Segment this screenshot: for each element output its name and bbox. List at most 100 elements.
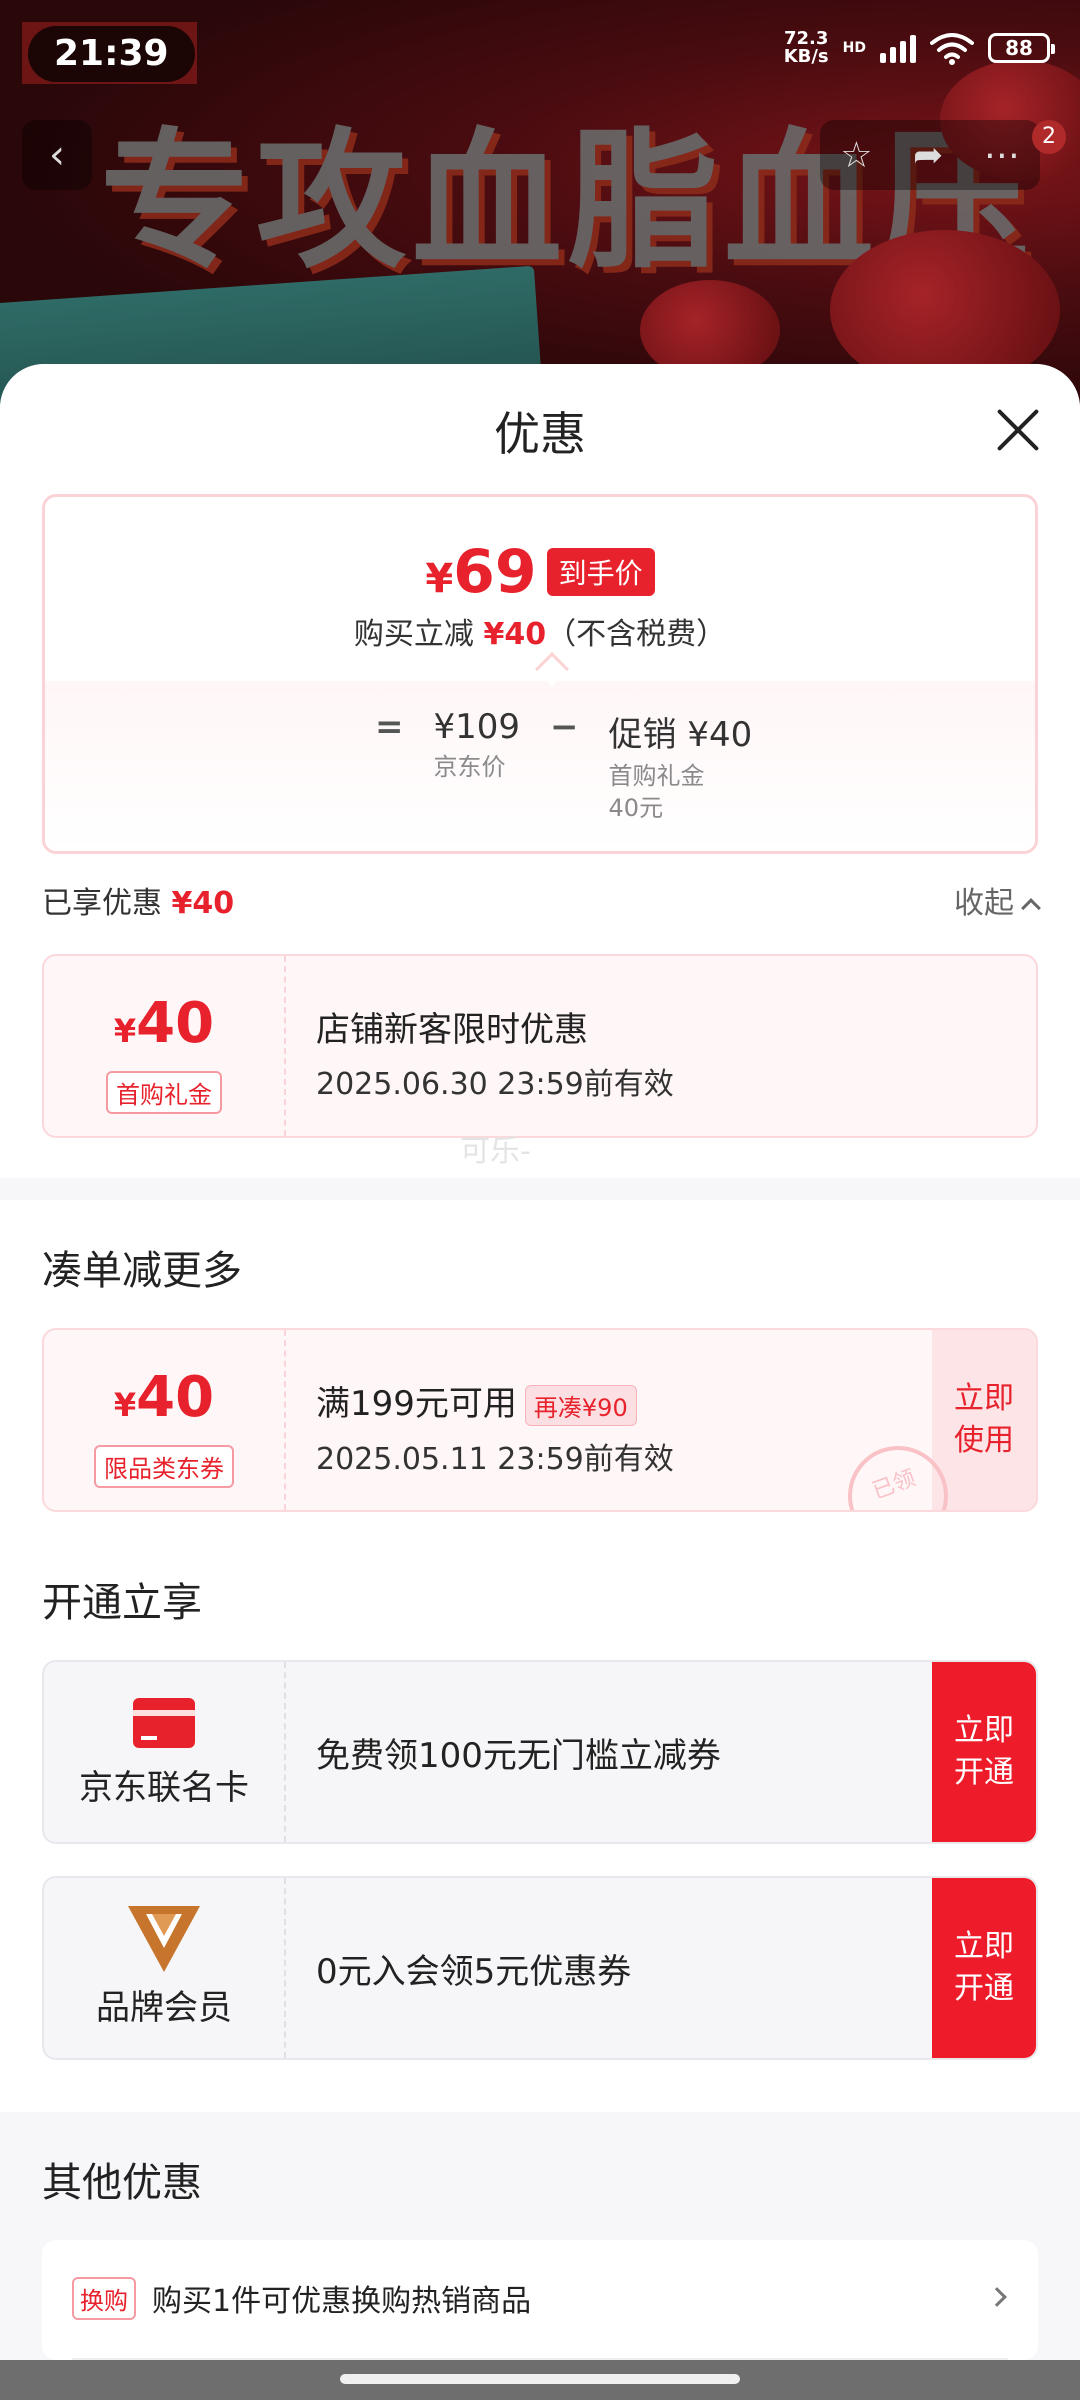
enjoyed-label: 已享优惠 bbox=[42, 886, 162, 921]
hd-icon: HD bbox=[842, 40, 866, 56]
enjoyed-discount-row: 已享优惠 ¥40 收起 bbox=[0, 854, 1080, 954]
back-icon[interactable]: ‹ bbox=[22, 120, 92, 190]
final-price-value: 69 bbox=[453, 537, 537, 607]
member-name: 品牌会员 bbox=[96, 1988, 232, 2028]
coupon-amount: ¥40 bbox=[44, 994, 284, 1061]
collapse-button[interactable]: 收起 bbox=[954, 878, 1041, 922]
brand-v-icon bbox=[128, 1906, 200, 1972]
chevron-up-icon bbox=[1021, 898, 1041, 918]
other-discount-card: 换购 购买1件可优惠换购热销商品 bbox=[42, 2240, 1038, 2360]
chevron-right-icon bbox=[987, 2287, 1007, 2307]
member-left: 京东联名卡 bbox=[44, 1662, 286, 1842]
status-bar: 21:39 72.3 KB/s HD 88 bbox=[0, 0, 1080, 100]
coupon-type-badge: 首购礼金 bbox=[106, 1071, 222, 1114]
member-name: 京东联名卡 bbox=[79, 1768, 249, 1808]
reduce-prefix: 购买立减 bbox=[353, 617, 474, 652]
sheet-top-section: 优惠 ¥69 到手价 购买立减 ¥40（不含税费） = ¥109 京东价 − 促销… bbox=[0, 364, 1080, 1178]
coupon-amount-value: 40 bbox=[136, 1365, 215, 1430]
product-actions: ☆ ➦ ⋯ bbox=[820, 120, 1040, 190]
favorite-star-icon[interactable]: ☆ bbox=[840, 135, 872, 176]
wifi-icon bbox=[930, 33, 974, 65]
close-icon[interactable] bbox=[994, 406, 1040, 452]
price-breakdown-card: ¥69 到手价 购买立减 ¥40（不含税费） = ¥109 京东价 − 促销 ¥4… bbox=[42, 494, 1038, 854]
network-speed: 72.3 KB/s bbox=[784, 30, 829, 66]
system-nav-bar bbox=[0, 2360, 1080, 2400]
battery-icon: 88 bbox=[988, 33, 1055, 63]
open-button-line1: 立即 bbox=[954, 1929, 1014, 1964]
coupon-title: 店铺新客限时优惠 bbox=[316, 1010, 588, 1050]
open-now-button[interactable]: 立即 开通 bbox=[932, 1878, 1036, 2058]
coupon-amount-area: ¥40 首购礼金 bbox=[44, 956, 286, 1136]
jd-co-brand-card-row: 京东联名卡 免费领100元无门槛立减券 立即 开通 bbox=[42, 1660, 1038, 1844]
promo-price: 促销 ¥40 bbox=[608, 715, 753, 755]
currency-symbol: ¥ bbox=[113, 1012, 137, 1050]
open-button-line2: 开通 bbox=[954, 1971, 1014, 2006]
coupon-amount-area: ¥40 限品类东券 bbox=[44, 1330, 286, 1510]
final-price: ¥69 bbox=[425, 537, 536, 607]
use-now-button[interactable]: 立即 使用 bbox=[932, 1330, 1036, 1510]
message-count-badge: 2 bbox=[1032, 120, 1066, 154]
open-button-line1: 立即 bbox=[954, 1713, 1014, 1748]
equals-sign: = bbox=[375, 707, 404, 747]
credit-card-icon bbox=[133, 1698, 195, 1748]
network-speed-unit: KB/s bbox=[783, 46, 829, 67]
enjoyed-amount: ¥40 bbox=[171, 886, 235, 921]
home-gesture-handle[interactable] bbox=[340, 2374, 740, 2384]
minus-sign: − bbox=[550, 707, 579, 747]
currency-symbol: ¥ bbox=[113, 1386, 137, 1424]
use-button-line1: 立即 bbox=[954, 1381, 1014, 1416]
promo-price-col: 促销 ¥40 首购礼金 40元 bbox=[609, 707, 753, 824]
member-desc: 免费领100元无门槛立减券 bbox=[316, 1735, 721, 1776]
enjoyed-coupon-card: ¥40 首购礼金 店铺新客限时优惠 2025.06.30 23:59前有效 bbox=[42, 954, 1038, 1138]
trade-in-text: 购买1件可优惠换购热销商品 bbox=[152, 2284, 532, 2319]
status-icons: 72.3 KB/s HD 88 bbox=[784, 30, 1055, 66]
reduce-suffix: （不含税费） bbox=[546, 617, 727, 652]
reduce-line: 购买立减 ¥40（不含税费） bbox=[45, 609, 1035, 653]
section-title: 凑单减更多 bbox=[42, 1248, 242, 1294]
watermark: 可乐- bbox=[460, 1134, 531, 1169]
coupon-valid-date: 2025.06.30 23:59前有效 bbox=[316, 1067, 674, 1102]
member-desc: 0元入会领5元优惠券 bbox=[316, 1951, 632, 1992]
discount-sheet: 优惠 ¥69 到手价 购买立减 ¥40（不含税费） = ¥109 京东价 − 促销… bbox=[0, 364, 1080, 2360]
signal-icon bbox=[880, 33, 916, 63]
reduce-amount: ¥40 bbox=[483, 617, 547, 652]
coupon-info: 店铺新客限时优惠 2025.06.30 23:59前有效 bbox=[286, 956, 1036, 1136]
base-price-label: 京东价 bbox=[433, 753, 506, 781]
category-coupon-card: ¥40 限品类东券 满199元可用 再凑¥90 2025.05.11 23:59前… bbox=[42, 1328, 1038, 1512]
trade-in-item[interactable]: 换购 购买1件可优惠换购热销商品 bbox=[72, 2268, 1008, 2328]
base-price: ¥109 bbox=[433, 707, 521, 747]
other-discount-section: 其他优惠 换购 购买1件可优惠换购热销商品 bbox=[0, 2112, 1080, 2360]
final-price-line: ¥69 到手价 bbox=[45, 537, 1035, 607]
coupon-amount: ¥40 bbox=[44, 1368, 284, 1435]
base-price-col: ¥109 京东价 bbox=[434, 707, 521, 824]
promo-sub: 40元 bbox=[608, 794, 664, 822]
sheet-title: 优惠 bbox=[494, 407, 586, 461]
currency-symbol: ¥ bbox=[425, 556, 454, 602]
open-button-line2: 开通 bbox=[954, 1755, 1014, 1790]
open-now-button[interactable]: 立即 开通 bbox=[932, 1662, 1036, 1842]
more-icon[interactable]: ⋯ bbox=[984, 135, 1020, 176]
open-benefit-section: 开通立享 京东联名卡 免费领100元无门槛立减券 立即 开通 品牌会员 0元入会… bbox=[0, 1532, 1080, 2112]
coupon-amount-value: 40 bbox=[136, 991, 215, 1056]
coupon-info: 满199元可用 再凑¥90 2025.05.11 23:59前有效 bbox=[286, 1330, 932, 1510]
more-discount-section: 凑单减更多 ¥40 限品类东券 满199元可用 再凑¥90 2025.05.11 … bbox=[0, 1200, 1080, 1532]
coupon-condition-text: 满199元可用 bbox=[316, 1384, 517, 1424]
collapse-label: 收起 bbox=[954, 886, 1014, 921]
share-icon[interactable]: ➦ bbox=[913, 135, 943, 176]
coupon-type-badge: 限品类东券 bbox=[94, 1445, 234, 1488]
brand-member-row: 品牌会员 0元入会领5元优惠券 立即 开通 bbox=[42, 1876, 1038, 2060]
member-left: 品牌会员 bbox=[44, 1878, 286, 2058]
price-calculation: = ¥109 京东价 − 促销 ¥40 首购礼金 40元 bbox=[375, 707, 752, 824]
coupon-condition: 满199元可用 再凑¥90 bbox=[316, 1376, 932, 1426]
use-button-line2: 使用 bbox=[954, 1423, 1014, 1458]
add-more-tag: 再凑¥90 bbox=[524, 1385, 637, 1426]
trade-in-tag: 换购 bbox=[72, 2276, 136, 2320]
product-nav-bar: ‹ ☆ ➦ ⋯ 2 bbox=[0, 120, 1080, 190]
final-price-tag: 到手价 bbox=[546, 548, 655, 596]
section-title: 开通立享 bbox=[42, 1580, 202, 1626]
status-time: 21:39 bbox=[28, 26, 195, 82]
sheet-header: 优惠 bbox=[0, 364, 1080, 494]
enjoyed-discount: 已享优惠 ¥40 bbox=[42, 878, 234, 922]
promo-label: 首购礼金 bbox=[608, 762, 705, 790]
coupon-valid-date: 2025.05.11 23:59前有效 bbox=[316, 1442, 674, 1477]
